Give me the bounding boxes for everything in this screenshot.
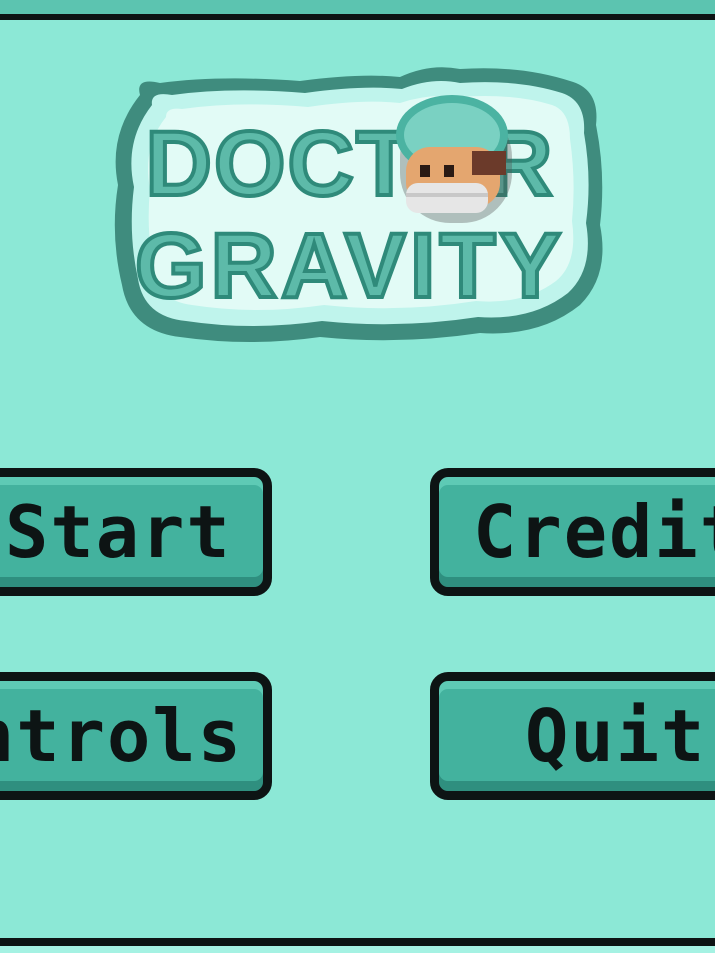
quit-button-label: Quit bbox=[525, 694, 707, 778]
start-button[interactable]: Start bbox=[0, 468, 272, 596]
start-button-label: Start bbox=[5, 490, 232, 574]
logo-title-line2: GRAVITY bbox=[135, 215, 565, 317]
bottom-border bbox=[0, 938, 715, 946]
credits-button[interactable]: Credits bbox=[430, 468, 715, 596]
bottom-strip bbox=[0, 946, 715, 953]
quit-button[interactable]: Quit bbox=[430, 672, 715, 800]
controls-button-label: Controls bbox=[0, 694, 243, 778]
doctor-face-icon bbox=[396, 95, 512, 223]
controls-button[interactable]: Controls bbox=[0, 672, 272, 800]
top-border bbox=[0, 0, 715, 20]
credits-button-label: Credits bbox=[473, 490, 715, 574]
game-logo: DOCTOR GRAVITY bbox=[100, 55, 610, 350]
